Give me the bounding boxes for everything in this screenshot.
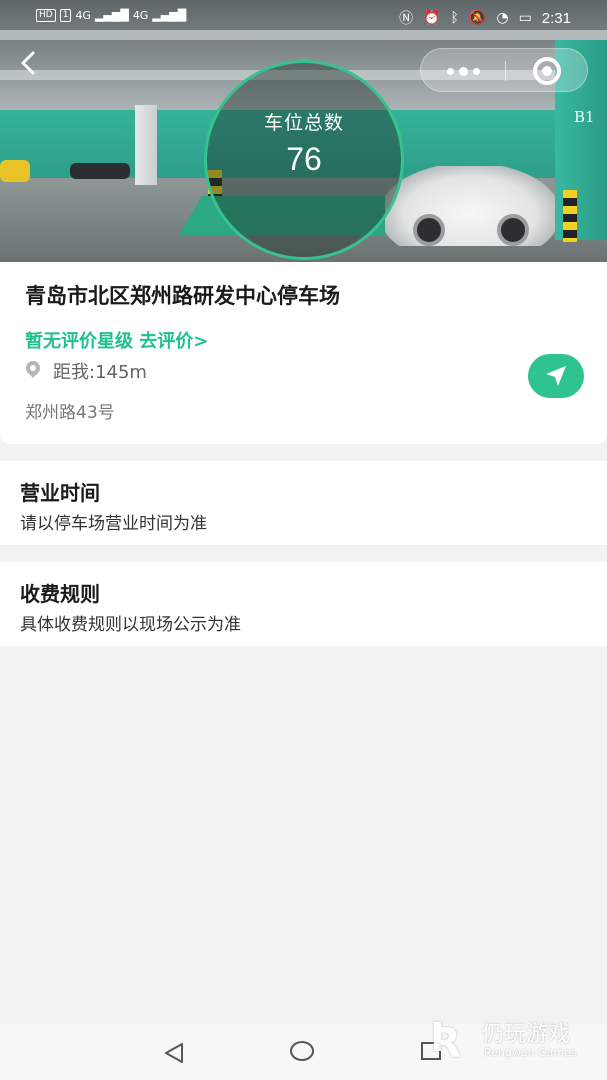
parking-name: 青岛市北区郑州路研发中心停车场 [25,284,340,308]
speed-icon: ◔ [496,10,509,26]
navigate-button[interactable] [528,354,584,398]
close-target-button[interactable] [533,57,561,85]
sim-badge: 1 [59,9,72,22]
mute-icon: 🔕 [468,10,487,26]
wheel [413,214,445,246]
watermark-cn: 仍玩游戏 [482,1022,571,1047]
fee-rules-desc: 具体收费规则以现场公示为准 [20,615,241,635]
car [70,163,130,179]
business-hours-section: 营业时间 请以停车场营业时间为准 [0,461,607,545]
chevron-left-icon [21,51,35,75]
spots-total-circle: 车位总数 76 [204,60,404,260]
capsule-divider [505,61,506,81]
business-hours-title: 营业时间 [20,481,100,505]
car [0,160,30,182]
network-label: 4G [75,9,91,22]
hd-badge: HD [36,9,56,22]
parking-info-card: 青岛市北区郑州路研发中心停车场 暂无评价星级 去评价> 距我:145m 郑州路4… [0,262,607,444]
pillar [135,105,157,185]
distance-text: 距我:145m [53,362,147,383]
nfc-icon: Ⓝ [399,11,414,27]
signal-icon: ▂▄▆█ [94,9,129,22]
bluetooth-icon: ᛒ [450,10,459,26]
more-dot-icon [446,67,454,75]
address-text: 郑州路43号 [25,403,115,423]
fee-rules-title: 收费规则 [20,582,100,606]
network-label: 4G [132,9,149,22]
signal-icon: ▂▄▆█ [152,9,187,22]
more-dot-icon [472,67,480,75]
spots-label: 车位总数 [263,112,344,134]
fee-rules-section: 收费规则 具体收费规则以现场公示为准 [0,562,607,646]
more-dot-icon [458,66,468,76]
location-pin-icon [25,361,41,381]
more-button[interactable] [421,49,505,93]
navigation-arrow-icon [546,366,566,386]
battery-icon: ▭ [518,10,532,26]
watermark-en: Rengwan Games [484,1046,577,1059]
nav-home-icon[interactable] [290,1041,314,1061]
status-time: 2:31 [541,9,571,27]
car [385,166,555,246]
floor-sign: B1 [574,108,595,126]
status-bar: HD 1 4G ▂▄▆█ 4G ▂▄▆█ Ⓝ ⏰ ᛒ 🔕 ◔ ▭ 2:31 [0,0,607,34]
spots-count: 76 [286,141,322,177]
hazard-stripe [563,190,577,242]
rate-link[interactable]: 暂无评价星级 去评价> [25,327,208,353]
nav-back-icon[interactable] [162,1042,186,1064]
alarm-icon: ⏰ [423,10,441,26]
mini-program-capsule [420,48,588,92]
wheel [497,214,529,246]
distance-row: 距我:145m [25,358,147,384]
watermark-logo: Ʀ [430,1015,461,1061]
back-button[interactable] [18,50,48,84]
business-hours-desc: 请以停车场营业时间为准 [20,514,207,534]
